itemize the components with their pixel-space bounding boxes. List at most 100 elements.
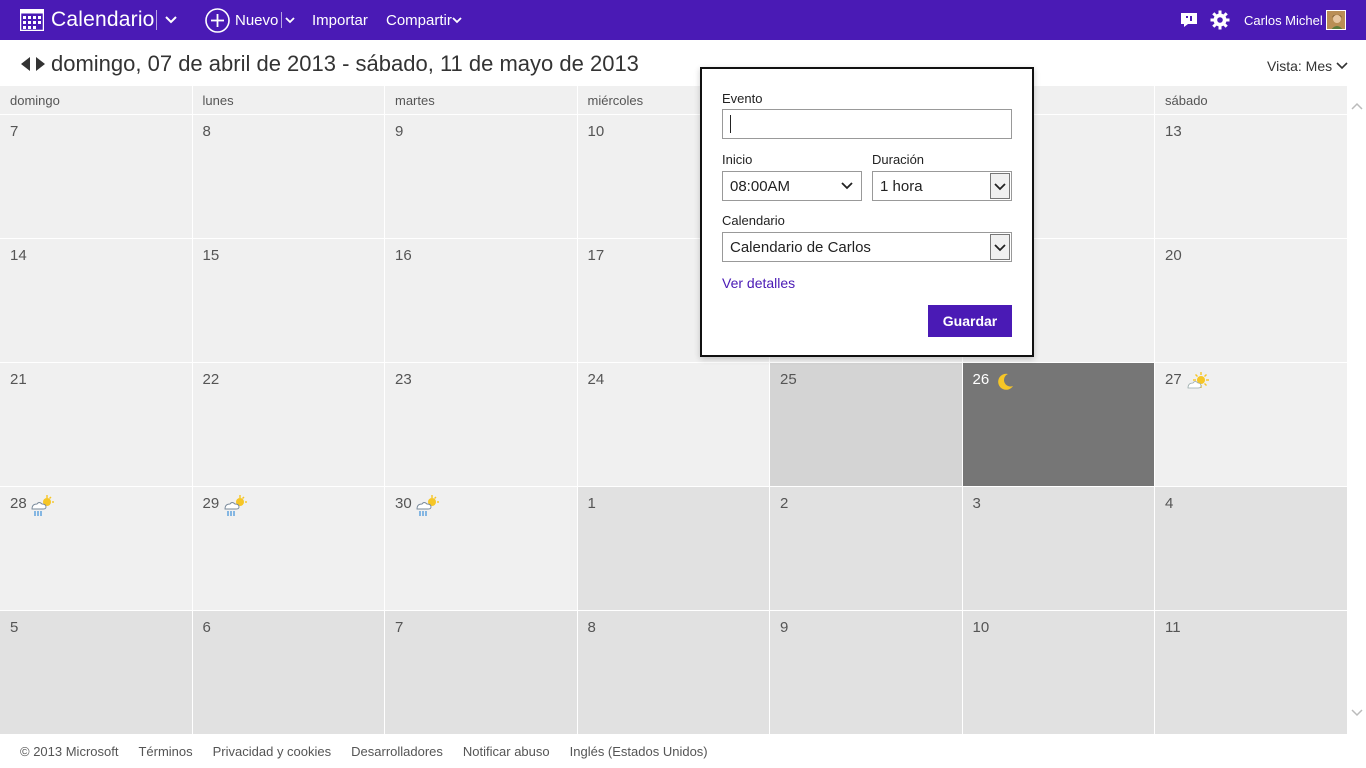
user-name[interactable]: Carlos Michel	[1244, 13, 1323, 28]
day-cell[interactable]: 11	[1155, 611, 1348, 734]
day-cell[interactable]: 6	[192, 611, 385, 734]
new-options-chevron-icon[interactable]	[284, 13, 296, 27]
day-number: 9	[780, 619, 789, 636]
weekday-label: martes	[385, 86, 578, 114]
new-button[interactable]: Nuevo	[205, 7, 278, 33]
day-number: 4	[1165, 495, 1174, 512]
footer-link-language[interactable]: Inglés (Estados Unidos)	[570, 744, 708, 759]
view-chevron-icon[interactable]	[1336, 61, 1348, 71]
day-cell[interactable]: 22	[192, 363, 385, 486]
calendar-dropdown-button[interactable]	[990, 234, 1010, 260]
day-cell[interactable]: 15	[192, 239, 385, 362]
quick-add-event-popup: Evento Inicio 08:00AM Duración 1 hora Ca…	[700, 67, 1034, 357]
scroll-down-icon[interactable]	[1350, 708, 1364, 718]
day-cell[interactable]: 5	[0, 611, 193, 734]
day-cell[interactable]: 30	[385, 487, 578, 610]
weeks-container: 7891011121314151617181920212223242526272…	[0, 114, 1348, 734]
import-button[interactable]: Importar	[312, 12, 368, 29]
scroll-up-icon[interactable]	[1350, 101, 1364, 111]
avatar[interactable]	[1326, 10, 1346, 30]
save-button[interactable]: Guardar	[928, 305, 1012, 337]
day-cell[interactable]: 20	[1155, 239, 1348, 362]
view-details-link[interactable]: Ver detalles	[722, 275, 795, 291]
previous-arrow-icon[interactable]	[19, 56, 31, 72]
chevron-down-icon	[841, 182, 853, 190]
day-number: 16	[395, 247, 412, 264]
day-cell[interactable]: 4	[1155, 487, 1348, 610]
day-cell[interactable]: 21	[0, 363, 193, 486]
day-cell[interactable]: 10	[962, 611, 1155, 734]
day-number: 27	[1165, 371, 1182, 388]
day-cell[interactable]: 27	[1155, 363, 1348, 486]
avatar-image	[1327, 11, 1345, 29]
next-arrow-icon[interactable]	[35, 56, 47, 72]
week-row: 78910111213	[0, 114, 1348, 238]
gear-icon[interactable]	[1210, 10, 1230, 30]
footer: © 2013 Microsoft Términos Privacidad y c…	[20, 744, 708, 759]
duration-select[interactable]: 1 hora	[872, 171, 1012, 201]
start-time-value: 08:00AM	[730, 177, 791, 195]
start-label: Inicio	[722, 152, 753, 167]
rain-sun-icon	[415, 495, 439, 517]
day-cell[interactable]: 24	[577, 363, 770, 486]
week-row: 5 6 7 8 9 10 11	[0, 610, 1348, 734]
day-cell[interactable]: 28	[0, 487, 193, 610]
day-number: 13	[1165, 123, 1182, 140]
footer-link-terms[interactable]: Términos	[138, 744, 192, 759]
share-button[interactable]: Compartir	[386, 12, 452, 29]
day-cell[interactable]: 16	[385, 239, 578, 362]
day-cell[interactable]: 7	[385, 611, 578, 734]
event-title-input[interactable]	[722, 109, 1012, 139]
duration-dropdown-button[interactable]	[990, 173, 1010, 199]
day-number: 30	[395, 495, 412, 512]
calendar-select[interactable]: Calendario de Carlos	[722, 232, 1012, 262]
day-number: 7	[10, 123, 19, 140]
start-time-select[interactable]: 08:00AM	[722, 171, 862, 201]
day-number: 10	[972, 619, 990, 636]
duration-label: Duración	[872, 152, 925, 167]
app-switcher-chevron-icon[interactable]	[163, 12, 179, 28]
footer-link-report-abuse[interactable]: Notificar abuso	[463, 744, 550, 759]
day-number: 8	[587, 619, 596, 636]
day-cell[interactable]: 1	[577, 487, 770, 610]
week-row: 28 29 30 1 2 3 4	[0, 486, 1348, 610]
app-title[interactable]: Calendario	[51, 8, 155, 32]
month-grid: domingo lunes martes miércoles jueves vi…	[0, 86, 1348, 734]
date-navigation	[19, 56, 47, 72]
day-cell[interactable]: 14	[0, 239, 193, 362]
day-number: 2	[780, 495, 789, 512]
footer-link-privacy[interactable]: Privacidad y cookies	[213, 744, 332, 759]
calendar-app-icon[interactable]	[20, 9, 44, 31]
chevron-down-icon	[994, 183, 1006, 191]
day-number: 17	[587, 247, 605, 264]
chevron-down-icon	[994, 244, 1006, 252]
day-cell[interactable]: 25	[770, 363, 963, 486]
day-cell[interactable]: 3	[962, 487, 1155, 610]
day-cell[interactable]: 26	[962, 363, 1155, 486]
calendar-value: Calendario de Carlos	[730, 238, 871, 256]
day-number: 26	[972, 371, 990, 388]
new-divider	[281, 12, 282, 28]
day-cell[interactable]: 9	[385, 115, 578, 238]
day-number: 3	[972, 495, 981, 512]
day-cell[interactable]: 2	[770, 487, 963, 610]
date-range-title: domingo, 07 de abril de 2013 - sábado, 1…	[51, 51, 639, 76]
share-chevron-icon[interactable]	[452, 14, 462, 26]
day-cell[interactable]: 9	[770, 611, 963, 734]
day-cell[interactable]: 13	[1155, 115, 1348, 238]
footer-link-developers[interactable]: Desarrolladores	[351, 744, 443, 759]
new-button-label: Nuevo	[235, 11, 279, 29]
chat-icon[interactable]	[1180, 11, 1198, 29]
day-cell[interactable]: 23	[385, 363, 578, 486]
day-cell[interactable]: 29	[192, 487, 385, 610]
day-cell[interactable]: 8	[577, 611, 770, 734]
day-number: 22	[202, 371, 220, 388]
weekday-label: sábado	[1155, 86, 1348, 114]
view-selector[interactable]: Vista: Mes	[1267, 58, 1332, 74]
partly-sunny-icon	[1185, 371, 1209, 393]
day-cell[interactable]: 7	[0, 115, 193, 238]
weekday-label: lunes	[192, 86, 385, 114]
day-cell[interactable]: 8	[192, 115, 385, 238]
weekday-header: domingo lunes martes miércoles jueves vi…	[0, 86, 1348, 114]
day-number: 23	[395, 371, 412, 388]
